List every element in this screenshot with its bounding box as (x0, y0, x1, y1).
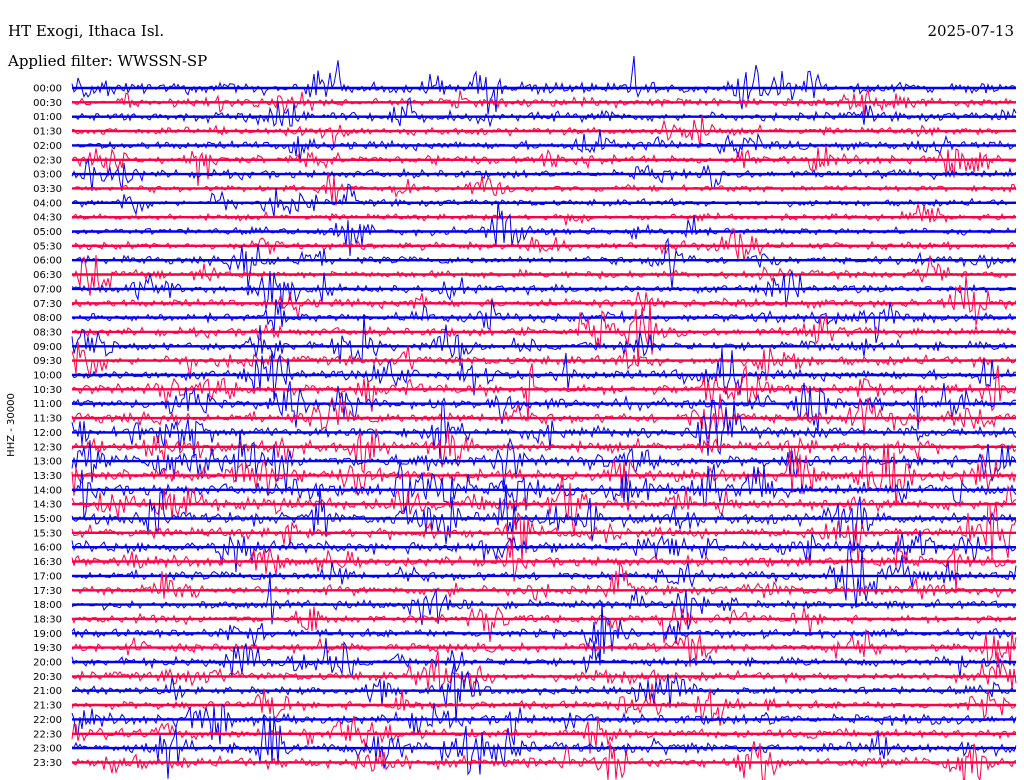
time-tick-label: 00:30 (33, 98, 62, 109)
time-tick-label: 08:30 (33, 327, 62, 338)
trace-line (71, 547, 1017, 608)
time-tick-label: 04:00 (33, 198, 62, 209)
time-tick-label: 01:00 (33, 112, 62, 123)
time-tick-label: 07:30 (33, 299, 62, 310)
y-axis-label: HHZ - 30000 (6, 393, 17, 457)
trace-line (71, 605, 1017, 643)
time-tick-label: 01:30 (33, 127, 62, 138)
trace-line (71, 702, 1017, 746)
record-date: 2025-07-13 (928, 22, 1014, 40)
time-tick-label: 15:30 (33, 528, 62, 539)
time-tick-label: 16:00 (33, 543, 62, 554)
time-tick-labels: 00:00 00:30 01:00 01:30 02:00 02:30 03:00 03:30… (33, 84, 62, 769)
time-tick-label: 21:00 (33, 686, 62, 697)
helicorder-chart: HT Exogi, Ithaca Isl. 2025-07-13 Applied… (6, 22, 1017, 780)
time-tick-label: 15:00 (33, 514, 62, 525)
traces-layer (71, 55, 1017, 780)
time-tick-label: 13:30 (33, 471, 62, 482)
time-tick-label: 06:30 (33, 270, 62, 281)
time-tick-label: 19:30 (33, 643, 62, 654)
time-tick-label: 16:30 (33, 557, 62, 568)
time-tick-label: 10:30 (33, 385, 62, 396)
trace-line (71, 650, 1017, 693)
time-tick-label: 17:30 (33, 586, 62, 597)
time-tick-label: 20:00 (33, 658, 62, 669)
time-tick-label: 10:00 (33, 371, 62, 382)
time-tick-label: 18:00 (33, 600, 62, 611)
time-tick-label: 05:30 (33, 241, 62, 252)
time-tick-label: 09:00 (33, 342, 62, 353)
time-tick-label: 14:00 (33, 485, 62, 496)
time-tick-label: 02:00 (33, 141, 62, 152)
time-tick-label: 12:30 (33, 442, 62, 453)
time-tick-label: 07:00 (33, 284, 62, 295)
time-tick-label: 02:30 (33, 155, 62, 166)
time-tick-label: 22:30 (33, 729, 62, 740)
time-tick-label: 21:30 (33, 701, 62, 712)
time-tick-label: 09:30 (33, 356, 62, 367)
time-tick-label: 17:00 (33, 571, 62, 582)
time-tick-label: 23:30 (33, 758, 62, 769)
time-tick-label: 04:30 (33, 213, 62, 224)
time-tick-label: 11:30 (33, 414, 62, 425)
time-tick-label: 14:30 (33, 500, 62, 511)
time-tick-label: 12:00 (33, 428, 62, 439)
time-tick-label: 19:00 (33, 629, 62, 640)
time-tick-label: 22:00 (33, 715, 62, 726)
time-tick-label: 18:30 (33, 614, 62, 625)
time-tick-label: 00:00 (33, 84, 62, 95)
time-tick-label: 11:00 (33, 399, 62, 410)
trace-line (71, 203, 1017, 226)
time-tick-label: 06:00 (33, 256, 62, 267)
time-tick-label: 08:00 (33, 313, 62, 324)
time-tick-label: 03:30 (33, 184, 62, 195)
station-title: HT Exogi, Ithaca Isl. (8, 22, 164, 40)
time-tick-label: 23:00 (33, 744, 62, 755)
trace-line (71, 145, 1017, 187)
time-tick-label: 13:00 (33, 457, 62, 468)
trace-line (71, 530, 1017, 573)
time-tick-label: 20:30 (33, 672, 62, 683)
filter-label: Applied filter: WWSSN-SP (7, 52, 207, 70)
time-tick-label: 05:00 (33, 227, 62, 238)
time-tick-label: 03:00 (33, 170, 62, 181)
